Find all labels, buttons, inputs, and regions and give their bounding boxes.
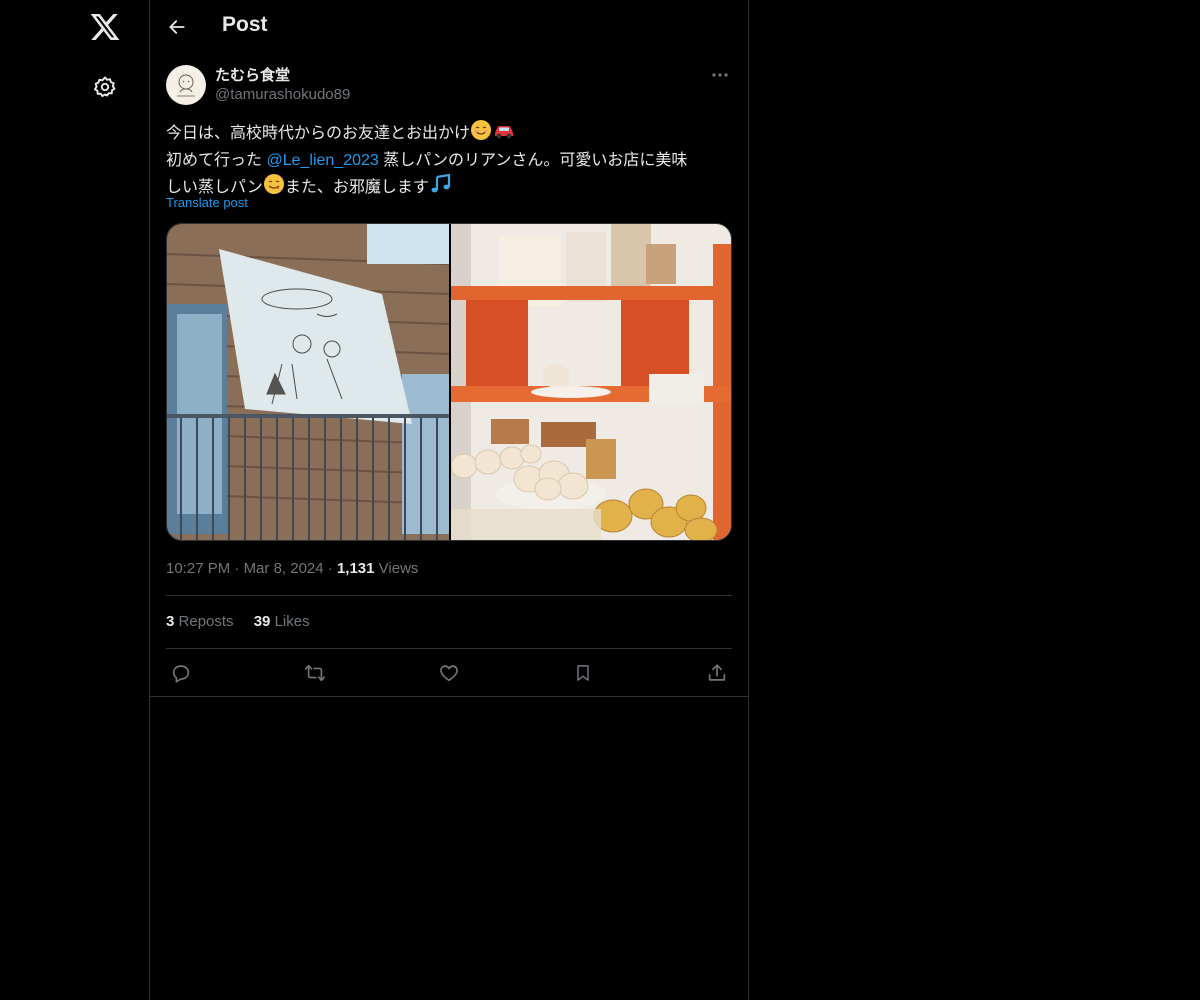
gear-icon[interactable]: [91, 73, 119, 101]
likes-label: Likes: [274, 613, 310, 630]
post-stats: 3 Reposts 39 Likes: [166, 613, 326, 630]
post-text: 今日は、高校時代からのお友達とお出かけ 初めて行った @Le_lien_2023…: [166, 119, 732, 203]
post-meta: 10:27 PM · Mar 8, 2024 · 1,131 Views: [166, 560, 418, 577]
reply-icon[interactable]: [168, 660, 194, 686]
post-text-segment: 初めて行った: [166, 152, 267, 169]
share-icon[interactable]: [704, 660, 730, 686]
post-text-segment: また、お邪魔します: [284, 179, 429, 196]
arrow-left-icon[interactable]: [163, 13, 191, 41]
likes-stat[interactable]: 39 Likes: [254, 613, 310, 630]
divider: [166, 595, 732, 596]
divider: [166, 648, 732, 649]
smiling-face-emoji: [470, 119, 492, 149]
repost-icon[interactable]: [302, 660, 328, 686]
post-date[interactable]: Mar 8, 2024: [244, 560, 324, 577]
reposts-label: Reposts: [178, 613, 234, 630]
x-logo-icon[interactable]: [89, 11, 121, 43]
post-text-line-3: しい蒸しパン また、お邪魔します: [166, 173, 732, 203]
post-text-line-1: 今日は、高校時代からのお友達とお出かけ: [166, 119, 732, 149]
meta-separator: ·: [234, 560, 240, 577]
left-rail: [0, 0, 149, 1000]
more-horizontal-icon[interactable]: [708, 64, 732, 86]
musical-notes-emoji: [429, 173, 453, 203]
likes-count: 39: [253, 613, 271, 630]
reposts-count: 3: [166, 613, 175, 630]
meta-separator: ·: [327, 560, 333, 577]
views-count: 1,131: [336, 560, 375, 577]
photo-bread-shelf[interactable]: [450, 224, 731, 540]
divider: [150, 696, 748, 697]
views-label: Views: [378, 560, 419, 577]
mention-link[interactable]: @Le_lien_2023: [266, 152, 378, 169]
author-handle[interactable]: @tamurashokudo89: [215, 86, 350, 103]
car-emoji: [492, 119, 516, 149]
post-text-segment: しい蒸しパン: [166, 179, 263, 196]
translate-post-link[interactable]: Translate post: [166, 195, 248, 210]
photo-shop-awning[interactable]: [167, 224, 450, 540]
post-text-segment: 蒸しパンのリアンさん。可愛いお店に美味: [378, 152, 688, 169]
post-text-line-2: 初めて行った @Le_lien_2023 蒸しパンのリアンさん。可愛いお店に美味: [166, 149, 732, 173]
post-time[interactable]: 10:27 PM: [166, 560, 230, 577]
post-actions: [166, 660, 732, 686]
author-display-name[interactable]: たむら食堂: [215, 64, 290, 85]
avatar[interactable]: [166, 65, 206, 105]
yum-face-emoji: [263, 173, 285, 203]
page-title: Post: [222, 13, 268, 36]
post-header: Post: [150, 0, 748, 54]
post-column: Post たむら食堂 @tamurashokudo89 今日は、高校時代からのお…: [149, 0, 749, 1000]
post-author: たむら食堂 @tamurashokudo89: [166, 64, 732, 108]
reposts-stat[interactable]: 3 Reposts: [166, 613, 234, 630]
post-text-segment: 今日は、高校時代からのお友達とお出かけ: [166, 125, 471, 142]
like-icon[interactable]: [436, 660, 462, 686]
post-media: [166, 223, 732, 541]
bookmark-icon[interactable]: [570, 660, 596, 686]
